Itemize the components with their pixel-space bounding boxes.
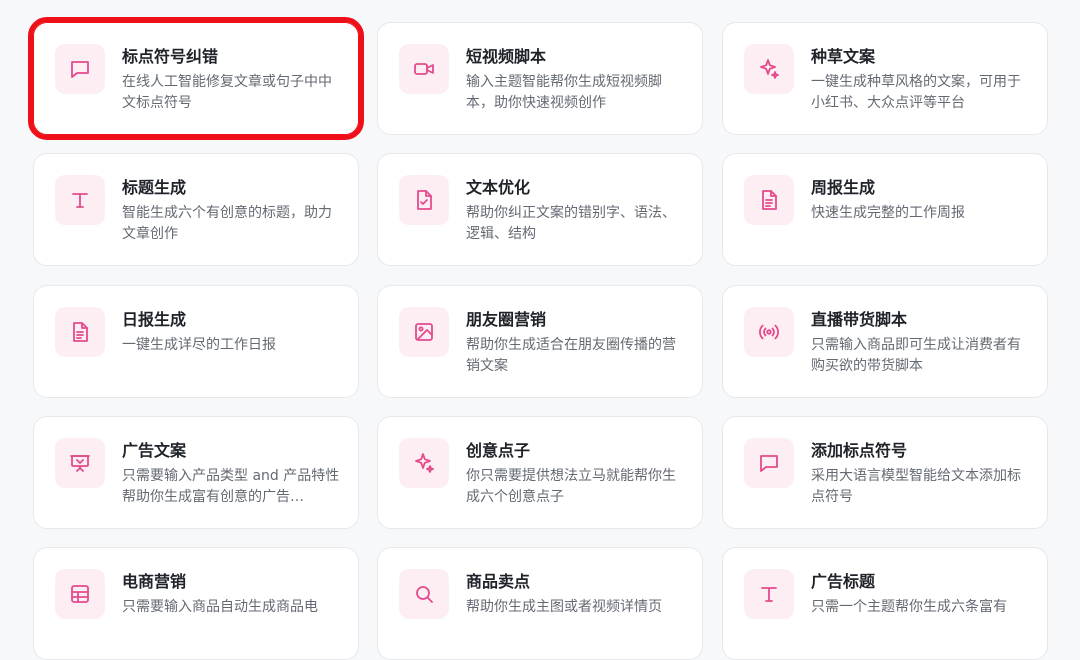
card-description: 只需输入商品即可生成让消费者有购买欲的带货脚本 bbox=[811, 337, 1021, 374]
sparkles-icon bbox=[399, 438, 449, 488]
card-title: 广告标题 bbox=[811, 572, 876, 591]
card-description: 帮助你纠正文案的错别字、语法、逻辑、结构 bbox=[466, 205, 676, 242]
message-square-icon bbox=[55, 44, 105, 94]
table-icon bbox=[55, 569, 105, 619]
search-icon bbox=[399, 569, 449, 619]
card-title: 朋友圈营销 bbox=[466, 310, 547, 329]
card-title: 直播带货脚本 bbox=[811, 310, 908, 329]
card-product-selling-points[interactable]: 商品卖点 帮助你生成主图或者视频详情页 bbox=[377, 547, 703, 660]
card-add-punctuation[interactable]: 添加标点符号 采用大语言模型智能给文本添加标点符号 bbox=[722, 416, 1048, 529]
card-description: 你只需要提供想法立马就能帮你生成六个创意点子 bbox=[466, 468, 676, 505]
card-punctuation-correction[interactable]: 标点符号纠错 在线人工智能修复文章或句子中中文标点符号 bbox=[28, 17, 364, 140]
card-ad-title[interactable]: 广告标题 只需一个主题帮你生成六条富有 bbox=[722, 547, 1048, 660]
file-text-icon bbox=[744, 175, 794, 225]
message-square-icon bbox=[744, 438, 794, 488]
sparkles-icon bbox=[744, 44, 794, 94]
card-creative-ideas[interactable]: 创意点子 你只需要提供想法立马就能帮你生成六个创意点子 bbox=[377, 416, 703, 529]
card-text-optimization[interactable]: 文本优化 帮助你纠正文案的错别字、语法、逻辑、结构 bbox=[377, 153, 703, 266]
card-title: 周报生成 bbox=[811, 178, 876, 197]
card-description: 在线人工智能修复文章或句子中中文标点符号 bbox=[122, 74, 332, 111]
card-ecommerce-marketing[interactable]: 电商营销 只需要输入商品自动生成商品电 bbox=[33, 547, 359, 660]
card-description: 一键生成详尽的工作日报 bbox=[122, 337, 276, 353]
presentation-icon bbox=[55, 438, 105, 488]
card-title: 添加标点符号 bbox=[811, 441, 908, 460]
video-camera-icon bbox=[399, 44, 449, 94]
text-t-icon bbox=[744, 569, 794, 619]
card-title: 短视频脚本 bbox=[466, 47, 547, 66]
file-text-icon bbox=[55, 307, 105, 357]
card-title: 创意点子 bbox=[466, 441, 531, 460]
image-icon bbox=[399, 307, 449, 357]
card-title: 电商营销 bbox=[122, 572, 187, 591]
card-description: 输入主题智能帮你生成短视频脚本，助你快速视频创作 bbox=[466, 74, 662, 111]
card-title: 商品卖点 bbox=[466, 572, 531, 591]
card-moments-marketing[interactable]: 朋友圈营销 帮助你生成适合在朋友圈传播的营销文案 bbox=[377, 285, 703, 398]
card-title: 日报生成 bbox=[122, 310, 187, 329]
card-daily-report[interactable]: 日报生成 一键生成详尽的工作日报 bbox=[33, 285, 359, 398]
card-title-generation[interactable]: 标题生成 智能生成六个有创意的标题，助力文章创作 bbox=[33, 153, 359, 266]
file-check-icon bbox=[399, 175, 449, 225]
card-description: 帮助你生成适合在朋友圈传播的营销文案 bbox=[466, 337, 676, 374]
tool-card-grid: 标点符号纠错 在线人工智能修复文章或句子中中文标点符号 短视频脚本 输入主题智能… bbox=[0, 0, 1080, 660]
card-weekly-report[interactable]: 周报生成 快速生成完整的工作周报 bbox=[722, 153, 1048, 266]
broadcast-icon bbox=[744, 307, 794, 357]
card-title: 种草文案 bbox=[811, 47, 876, 66]
card-description: 只需要输入产品类型 and 产品特性帮助你生成富有创意的广告… bbox=[122, 468, 340, 505]
card-title: 文本优化 bbox=[466, 178, 531, 197]
card-description: 采用大语言模型智能给文本添加标点符号 bbox=[811, 468, 1021, 505]
card-ad-copy[interactable]: 广告文案 只需要输入产品类型 and 产品特性帮助你生成富有创意的广告… bbox=[33, 416, 359, 529]
card-seeding-copy[interactable]: 种草文案 一键生成种草风格的文案，可用于小红书、大众点评等平台 bbox=[722, 22, 1048, 135]
card-title: 标题生成 bbox=[122, 178, 187, 197]
card-description: 智能生成六个有创意的标题，助力文章创作 bbox=[122, 205, 332, 242]
card-title: 标点符号纠错 bbox=[122, 47, 219, 66]
card-title: 广告文案 bbox=[122, 441, 187, 460]
text-t-icon bbox=[55, 175, 105, 225]
card-short-video-script[interactable]: 短视频脚本 输入主题智能帮你生成短视频脚本，助你快速视频创作 bbox=[377, 22, 703, 135]
card-description: 一键生成种草风格的文案，可用于小红书、大众点评等平台 bbox=[811, 74, 1021, 111]
card-livestream-script[interactable]: 直播带货脚本 只需输入商品即可生成让消费者有购买欲的带货脚本 bbox=[722, 285, 1048, 398]
card-description: 快速生成完整的工作周报 bbox=[811, 205, 965, 221]
